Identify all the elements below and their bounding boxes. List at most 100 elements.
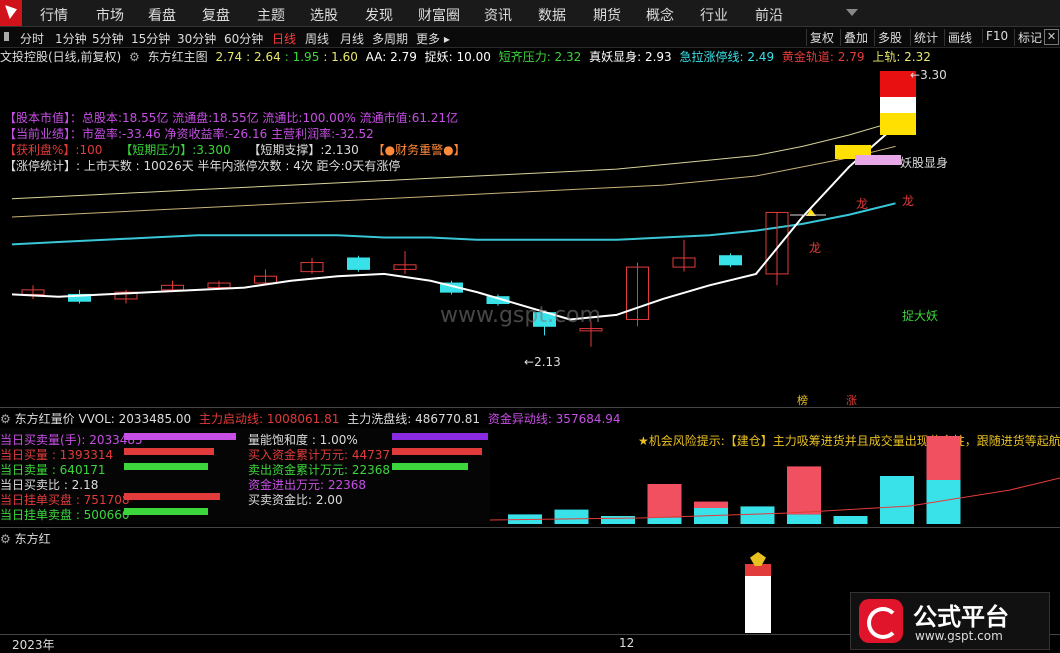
- period-tab-4[interactable]: 30分钟: [177, 30, 216, 47]
- yao-show-label: 妖股显身: [900, 156, 949, 170]
- menu-item-2[interactable]: 看盘: [148, 5, 176, 25]
- stock-title[interactable]: 文投控股(日线,前复权): [0, 50, 121, 64]
- vol-bar-cyan: [647, 517, 682, 524]
- indicator-value-8: 急拉涨停线: 2.49: [675, 50, 775, 64]
- menu-item-3[interactable]: 复盘: [202, 5, 230, 25]
- tool-button-5[interactable]: F10: [982, 29, 1011, 43]
- vol-bar-cyan: [554, 509, 589, 524]
- vol-left-stat-5: 当日挂单卖盘 : 500660: [0, 508, 130, 522]
- period-tab-8[interactable]: 月线: [340, 30, 364, 47]
- tool-button-4[interactable]: 画线: [944, 29, 975, 46]
- period-tab-9[interactable]: 多周期: [372, 30, 408, 47]
- indicator-title-bar: 文投控股(日线,前复权) ⚙ 东方红主图 2.74: 2.64: 1.95: 1…: [0, 48, 1060, 65]
- menu-item-6[interactable]: 发现: [365, 5, 393, 25]
- vol-mid-bar-1: [392, 448, 482, 455]
- menu-item-11[interactable]: 概念: [646, 5, 674, 25]
- vol-bar-red: [926, 436, 961, 480]
- menu-item-12[interactable]: 行业: [700, 5, 728, 25]
- period-tab-2[interactable]: 5分钟: [92, 30, 124, 47]
- indicator-value-2: : 1.95: [284, 50, 320, 64]
- zhang-badge: 涨: [846, 394, 857, 407]
- volume-bars-svg[interactable]: [490, 428, 1060, 526]
- dragon-label-3: 龙: [809, 241, 822, 255]
- period-tab-7[interactable]: 周线: [305, 30, 329, 47]
- info-finance-warning: 【●财务重警●】: [372, 143, 466, 157]
- info-limit-stats: 【涨停统计】: 上市天数 : 10026天 半年内涨停次数 : 4次 距今:0天…: [4, 159, 401, 173]
- axis-year: 2023年: [12, 638, 55, 652]
- indicator-value-1: : 2.64: [246, 50, 281, 64]
- indicator-value-6: 短齐压力: 2.32: [494, 50, 582, 64]
- info-performance: 【当前业绩】：市盈率:-33.46 净资收益率:-26.16 主营利润率:-32…: [4, 127, 374, 141]
- zhuli-xipan-value: 主力洗盘线: 486770.81: [347, 412, 480, 426]
- tool-button-3[interactable]: 统计: [910, 29, 941, 46]
- vol-bar-red: [694, 501, 728, 508]
- low-price-label: ←2.13: [524, 355, 561, 369]
- period-tab-5[interactable]: 60分钟: [224, 30, 263, 47]
- close-icon[interactable]: ✕: [1044, 29, 1059, 45]
- vol-left-bar-0: [124, 433, 236, 440]
- high-price-label: ←3.30: [910, 68, 947, 82]
- settings-icon[interactable]: ⚙: [129, 50, 140, 64]
- tool-button-2[interactable]: 多股: [874, 29, 905, 46]
- cyan-trend-line: [11, 202, 896, 246]
- vol-bar-cyan: [833, 516, 868, 524]
- volume-panel[interactable]: ⚙ 东方红量价 VVOL: 2033485.00 主力启动线: 1008061.…: [0, 407, 1060, 526]
- third-title: 东方红: [14, 532, 51, 546]
- vvol-value: VVOL: 2033485.00: [78, 412, 192, 426]
- vol-bar-red: [787, 466, 821, 515]
- watermark-url: www.gspt.com: [440, 303, 601, 328]
- period-tab-6[interactable]: 日线: [272, 30, 296, 47]
- main-candle-chart[interactable]: 【股本市值】：总股本:18.55亿 流通盘:18.55亿 流通比:100.00%…: [0, 65, 1060, 407]
- third-title-line: ⚙ 东方红: [0, 530, 51, 547]
- brand-name: 公式平台: [913, 603, 1009, 631]
- zijin-yidong-value: 资金异动线: 357684.94: [487, 412, 621, 426]
- info-short-pressure: 【短期压力】:3.300: [120, 143, 231, 157]
- menu-item-4[interactable]: 主题: [257, 5, 285, 25]
- axis-month: 12: [619, 636, 635, 650]
- brand-logo-icon: [859, 599, 903, 643]
- bang-badge: 榜: [797, 394, 808, 407]
- signal-bar: [745, 573, 771, 633]
- menu-item-10[interactable]: 期货: [593, 5, 621, 25]
- period-tab-0[interactable]: 分时: [20, 30, 44, 47]
- menu-toggle-icon[interactable]: [4, 32, 9, 41]
- menu-item-1[interactable]: 市场: [96, 5, 124, 25]
- dragon-label-2: 龙: [902, 194, 915, 208]
- candle-body: [347, 257, 370, 270]
- yao-marker-yellow: [880, 113, 916, 135]
- brand-watermark: 公式平台 www.gspt.com: [850, 592, 1050, 650]
- tool-button-0[interactable]: 复权: [806, 29, 837, 46]
- indicator-value-7: 真妖显身: 2.93: [585, 50, 672, 64]
- period-tab-10[interactable]: 更多 ▸: [416, 30, 450, 47]
- menu-item-9[interactable]: 数据: [538, 5, 566, 25]
- yao-marker-white: [880, 97, 916, 113]
- expand-chevron-icon[interactable]: [846, 9, 858, 16]
- info-profit: 【获利盘%】:100: [4, 143, 103, 157]
- info-pressure-line: 【获利盘%】:100 【短期压力】:3.300 【短期支撑】:2.130 【●财…: [4, 141, 466, 158]
- settings-icon[interactable]: ⚙: [0, 412, 11, 426]
- menu-item-0[interactable]: 行情: [40, 5, 68, 25]
- menu-item-5[interactable]: 选股: [310, 5, 338, 25]
- vol-left-bar-1: [124, 448, 214, 455]
- vol-bar-cyan: [740, 506, 775, 524]
- indicator-value-5: 捉妖: 10.00: [420, 50, 491, 64]
- indicator-name[interactable]: 东方红主图: [148, 50, 208, 64]
- info-short-support: 【短期支撑】:2.130: [248, 143, 359, 157]
- menu-item-8[interactable]: 资讯: [484, 5, 512, 25]
- candle-body: [719, 255, 742, 266]
- period-tab-1[interactable]: 1分钟: [55, 30, 87, 47]
- tool-button-1[interactable]: 叠加: [840, 29, 871, 46]
- app-logo-icon[interactable]: [0, 0, 22, 26]
- vol-stats-box: 当日买卖量(手): 2033485 当日买量 : 1393314 当日卖量 : 64…: [0, 428, 490, 524]
- vol-bar-cyan: [880, 476, 914, 524]
- vol-bar-red: [647, 484, 682, 518]
- menu-item-7[interactable]: 财富圈: [418, 5, 460, 25]
- menu-item-13[interactable]: 前沿: [755, 5, 783, 25]
- info-shareholding: 【股本市值】：总股本:18.55亿 流通盘:18.55亿 流通比:100.00%…: [4, 111, 459, 125]
- period-tab-3[interactable]: 15分钟: [131, 30, 170, 47]
- tool-button-6[interactable]: 标记: [1014, 29, 1045, 46]
- settings-icon[interactable]: ⚙: [0, 532, 11, 546]
- yao-show-bar: [855, 155, 901, 165]
- indicator-value-3: : 1.60: [323, 50, 358, 64]
- top-menu-bar: 行情 市场 看盘 复盘 主题 选股 发现 财富圈 资讯 数据 期货 概念 行业 前沿: [0, 0, 1060, 27]
